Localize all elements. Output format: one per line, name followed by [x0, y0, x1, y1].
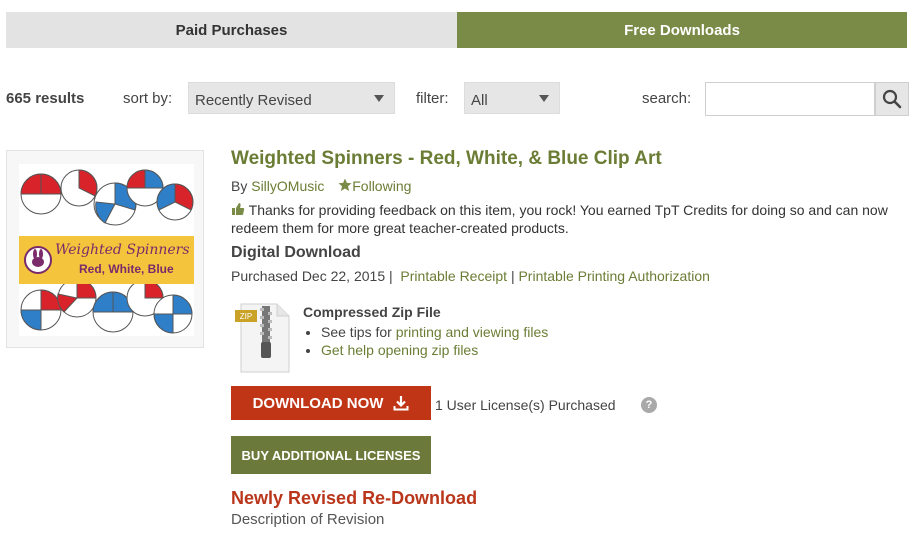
search-button[interactable]: [875, 82, 909, 116]
by-label: By: [231, 178, 248, 194]
thumbnail-image: Weighted Spinners Red, White, Blue: [19, 164, 194, 336]
purchase-date: Purchased Dec 22, 2015: [231, 268, 386, 284]
feedback-thanks-text: Thanks for providing feedback on this it…: [231, 202, 888, 236]
bunny-logo-icon: [24, 246, 52, 274]
product-thumbnail[interactable]: Weighted Spinners Red, White, Blue: [6, 150, 204, 348]
file-info: ZIP Compressed Zip File See tips for pri…: [231, 300, 731, 378]
download-now-label: DOWNLOAD NOW: [252, 394, 384, 412]
feedback-thanks: Thanks for providing feedback on this it…: [231, 201, 911, 237]
product-details: Weighted Spinners - Red, White, & Blue C…: [231, 148, 911, 284]
filter-label: filter:: [416, 90, 449, 107]
printing-authorization-link[interactable]: Printable Printing Authorization: [518, 268, 709, 284]
separator: |: [510, 268, 515, 284]
sort-label: sort by:: [123, 90, 173, 107]
results-count: 665 results: [6, 90, 85, 107]
download-icon: [393, 396, 409, 411]
product-format: Digital Download: [231, 244, 361, 261]
zip-badge-label: ZIP: [240, 312, 252, 321]
list-item: Get help opening zip files: [321, 341, 548, 359]
thumbs-up-icon: [232, 203, 245, 215]
search-input[interactable]: [705, 82, 875, 116]
tip-prefix: See tips for: [321, 324, 392, 340]
thumbnail-banner: Weighted Spinners Red, White, Blue: [19, 236, 194, 284]
thumbnail-title: Weighted Spinners: [55, 242, 190, 258]
sort-select[interactable]: Recently Revised: [188, 82, 395, 114]
license-count: 1 User License(s) Purchased: [435, 397, 616, 413]
list-item: See tips for printing and viewing files: [321, 323, 548, 341]
following-button[interactable]: Following: [338, 178, 411, 194]
help-icon[interactable]: ?: [641, 397, 657, 413]
zip-file-icon: ZIP: [235, 303, 290, 373]
search-label: search:: [642, 90, 692, 107]
file-help-list: See tips for printing and viewing files …: [321, 323, 548, 359]
thumbnail-subtitle: Red, White, Blue: [79, 262, 174, 276]
file-type-title: Compressed Zip File: [303, 304, 441, 320]
revision-description: Description of Revision: [231, 511, 385, 528]
following-label: Following: [352, 178, 412, 194]
author-link[interactable]: SillyOMusic: [251, 178, 324, 194]
tab-paid-purchases[interactable]: Paid Purchases: [6, 12, 457, 48]
filter-value: All: [471, 92, 488, 109]
sort-value: Recently Revised: [195, 92, 312, 109]
chevron-down-icon: [539, 95, 549, 102]
chevron-down-icon: [374, 95, 384, 102]
revised-redownload-link[interactable]: Newly Revised Re-Download: [231, 488, 477, 509]
byline: By SillyOMusic Following: [231, 178, 911, 194]
printable-receipt-link[interactable]: Printable Receipt: [400, 268, 507, 284]
star-icon: [338, 178, 352, 191]
download-now-button[interactable]: DOWNLOAD NOW: [231, 386, 431, 420]
printing-tips-link[interactable]: printing and viewing files: [396, 324, 549, 340]
zip-help-link[interactable]: Get help opening zip files: [321, 342, 478, 358]
filter-select[interactable]: All: [464, 82, 560, 114]
purchase-info: Purchased Dec 22, 2015 | Printable Recei…: [231, 268, 911, 284]
separator: |: [389, 268, 393, 284]
list-controls: 665 results sort by: Recently Revised fi…: [6, 82, 909, 116]
buy-additional-licenses-button[interactable]: BUY ADDITIONAL LICENSES: [231, 436, 431, 474]
tab-free-downloads[interactable]: Free Downloads: [457, 12, 907, 48]
purchase-tabs: Paid Purchases Free Downloads: [6, 12, 907, 48]
search-icon: [882, 89, 902, 109]
product-title[interactable]: Weighted Spinners - Red, White, & Blue C…: [231, 148, 911, 170]
